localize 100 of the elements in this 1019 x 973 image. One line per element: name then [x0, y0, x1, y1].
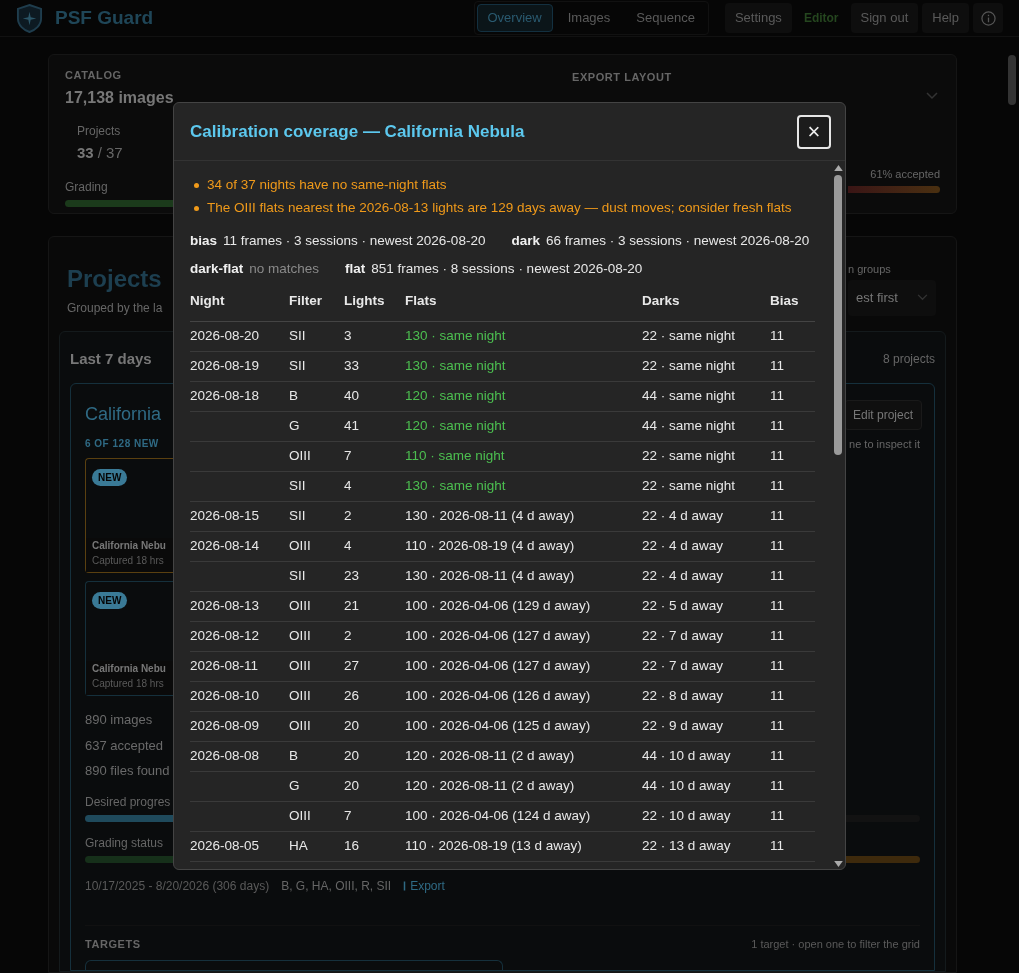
table-cell: 11 — [770, 507, 784, 523]
table-cell: 120 · 2026-08-11 (2 d away) — [405, 777, 575, 793]
column-header: Lights — [344, 291, 405, 321]
table-cell: 22 · 13 d away — [642, 837, 731, 853]
table-cell: 11 — [770, 747, 784, 763]
inspect-hint: ne to inspect it — [849, 436, 920, 452]
nav-tab[interactable]: Images — [556, 4, 622, 32]
frame-type-label: bias — [190, 231, 217, 250]
table-cell: 11 — [770, 597, 784, 613]
table-cell: 22 · 4 d away — [642, 537, 724, 553]
warning-text: 34 of 37 nights have no same-night flats — [207, 176, 447, 194]
table-cell: 44 · 10 d away — [642, 747, 731, 763]
night-cell: 2026-08-12 — [190, 627, 260, 643]
table-cell: 11 — [770, 777, 784, 793]
table-cell: SII — [289, 477, 306, 493]
table-cell: 11 — [770, 447, 784, 463]
table-cell: 11 — [770, 807, 784, 823]
dialog-title: Calibration coverage — California Nebula — [190, 120, 525, 143]
table-cell: 130 · same night — [405, 357, 506, 373]
new-images-heading: 6 OF 128 NEW — [85, 436, 159, 451]
frame-type-label: dark-flat — [190, 259, 244, 278]
image-caption: Captured 18 hrs — [92, 554, 164, 568]
filter-list: B, G, HA, OIII, R, SII — [281, 876, 392, 895]
table-cell: 22 · 7 d away — [642, 627, 724, 643]
frame-summary: 851 frames · 8 sessions · newest 2026-08-20 — [371, 259, 643, 278]
table-cell: OIII — [289, 717, 311, 733]
image-title: California Nebu — [92, 662, 166, 676]
grading-label: Grading status — [85, 834, 164, 852]
table-cell: 11 — [770, 567, 784, 583]
section-label: TARGETS — [85, 936, 141, 952]
table-cell: 22 · same night — [642, 477, 736, 493]
table-cell: 16 — [344, 837, 360, 853]
chevron-down-icon — [926, 91, 938, 100]
project-stat: 890 files found — [85, 762, 170, 780]
table-cell: 100 · 2026-04-06 (124 d away) — [405, 807, 591, 823]
frame-summary: 11 frames · 3 sessions · newest 2026-08-20 — [223, 231, 486, 250]
table-cell: OIII — [289, 627, 311, 643]
scroll-down-icon[interactable] — [833, 861, 843, 867]
table-cell: 130 · same night — [405, 327, 506, 343]
table-cell: 11 — [770, 627, 784, 643]
table-cell: 33 — [344, 357, 360, 373]
close-button[interactable]: × — [797, 114, 831, 149]
date-range: 10/17/2025 - 8/20/2026 (306 days) — [85, 877, 270, 895]
nav-tab[interactable]: Overview — [476, 4, 553, 32]
table-cell: 44 · same night — [642, 417, 736, 433]
table-cell: 11 — [770, 657, 784, 673]
table-cell: 27 — [344, 657, 360, 673]
scroll-up-icon[interactable] — [833, 165, 843, 171]
table-cell: 11 — [770, 837, 784, 853]
column-header: Darks — [642, 291, 770, 321]
dialog-scrollbar-thumb[interactable] — [834, 175, 842, 455]
night-cell: 2026-08-05 — [190, 837, 260, 853]
export-link[interactable]: Export — [403, 876, 445, 895]
targets-hint: 1 target · open one to filter the grid — [751, 936, 920, 952]
table-cell: OIII — [289, 687, 311, 703]
stat-total: / 37 — [97, 142, 123, 163]
table-cell: 22 · same night — [642, 357, 736, 373]
table-cell: G — [289, 777, 300, 793]
frame-summary: 66 frames · 3 sessions · newest 2026-08-20 — [545, 231, 810, 250]
progress-label: Desired progres — [85, 793, 171, 811]
table-cell: 130 · same night — [405, 477, 506, 493]
nav-button[interactable]: Help — [922, 3, 969, 33]
edit-project-button[interactable]: Edit project — [843, 399, 922, 430]
section-label: CATALOG — [65, 68, 122, 83]
table-cell: 11 — [770, 537, 784, 553]
table-cell: 20 — [344, 747, 360, 763]
info-button[interactable] — [973, 3, 1003, 33]
sort-select[interactable]: est first — [848, 279, 936, 316]
night-cell: 2026-08-18 — [190, 387, 260, 403]
section-label: EXPORT LAYOUT — [572, 70, 672, 85]
nav-tab[interactable]: Sequence — [625, 4, 706, 32]
table-cell: 41 — [344, 417, 360, 433]
night-cell: 2026-08-15 — [190, 507, 260, 523]
project-count: 8 projects — [882, 351, 935, 369]
new-badge: NEW — [92, 469, 128, 486]
table-cell: 23 — [344, 567, 360, 583]
table-cell: OIII — [289, 447, 311, 463]
nav-button[interactable]: Sign out — [850, 3, 919, 33]
nav-button[interactable]: Settings — [724, 3, 792, 33]
table-cell: OIII — [289, 657, 311, 673]
table-cell: 120 · same night — [405, 387, 506, 403]
table-cell: 120 · 2026-08-11 (2 d away) — [405, 747, 575, 763]
table-cell: 20 — [344, 717, 360, 733]
catalog-count: 17,138 images — [65, 87, 174, 108]
group-title: Last 7 days — [70, 349, 152, 369]
table-cell: 3 — [344, 327, 352, 343]
table-cell: OIII — [289, 597, 311, 613]
table-cell: SII — [289, 327, 306, 343]
night-cell: 2026-08-09 — [190, 717, 260, 733]
table-cell: 22 · 5 d away — [642, 597, 724, 613]
table-cell: 100 · 2026-04-06 (129 d away) — [405, 597, 591, 613]
table-cell: 22 · 10 d away — [642, 807, 731, 823]
table-cell: 4 — [344, 477, 352, 493]
bullet-icon — [194, 182, 199, 188]
table-cell: OIII — [289, 537, 311, 553]
page-scrollbar-thumb[interactable] — [1008, 55, 1016, 105]
stat-value: 33 — [77, 142, 94, 163]
table-cell: 100 · 2026-04-06 (127 d away) — [405, 627, 591, 643]
image-caption: Captured 18 hrs — [92, 677, 164, 691]
table-cell: 2 — [344, 507, 352, 523]
